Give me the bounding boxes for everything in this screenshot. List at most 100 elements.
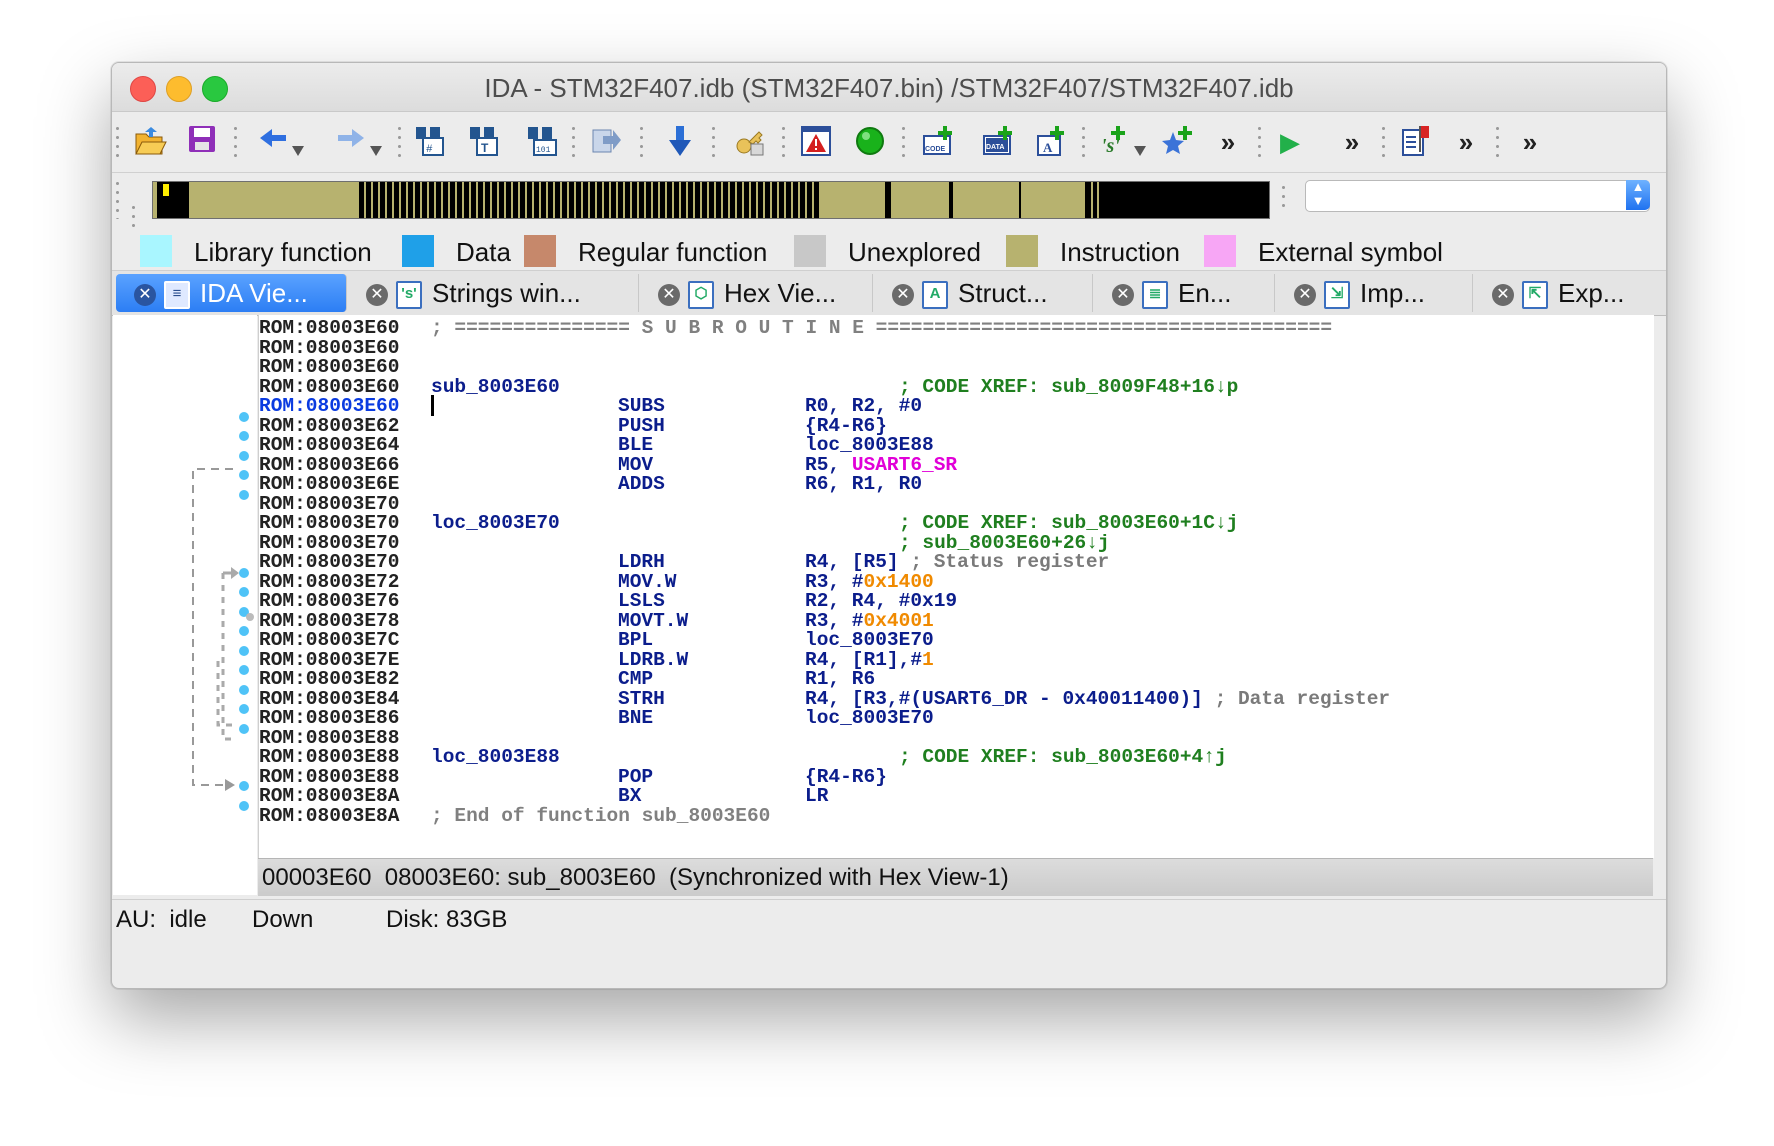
- nav-segment-instruction: [1021, 182, 1085, 218]
- tab-label: En...: [1178, 278, 1232, 308]
- forward-arrow-icon[interactable]: [332, 124, 388, 160]
- tab-imports[interactable]: ✕ ⇲ Imp...: [1276, 274, 1473, 312]
- structures-icon: A: [922, 281, 948, 310]
- tab-hex-view[interactable]: ✕ ⬡ Hex Vie...: [640, 274, 873, 312]
- toolbar-separator: [398, 124, 401, 160]
- toolbar-separator: [116, 124, 119, 160]
- tab-strings[interactable]: ✕ 's' Strings win...: [348, 274, 639, 312]
- close-icon[interactable]: ✕: [892, 284, 914, 307]
- toolbar-separator: [1382, 124, 1385, 160]
- more-icon[interactable]: »: [1448, 124, 1484, 160]
- svg-text:T: T: [481, 141, 489, 155]
- nav-segment-instruction: [153, 182, 157, 218]
- navband-grip: [132, 203, 135, 233]
- hex-view-icon: ⬡: [688, 281, 714, 310]
- disassembly-listing[interactable]: ROM:08003E60; =============== S U B R O …: [258, 315, 1654, 858]
- flag-icon[interactable]: [1396, 124, 1436, 160]
- play-icon[interactable]: ▶: [1272, 124, 1308, 160]
- nav-segment-instruction: [189, 182, 359, 218]
- listing-line[interactable]: ROM:08003E8A ; End of function sub_8003E6…: [259, 805, 1654, 827]
- close-icon[interactable]: ✕: [1112, 284, 1134, 307]
- struct-icon[interactable]: 's': [1096, 124, 1152, 160]
- legend-label: Data: [456, 237, 511, 267]
- data-icon[interactable]: DATA: [978, 124, 1018, 160]
- legend-item-instruction: Instruction: [1006, 235, 1180, 269]
- open-folder-icon[interactable]: [130, 124, 170, 160]
- navigation-bar[interactable]: [152, 181, 1270, 219]
- close-icon[interactable]: ✕: [366, 284, 388, 307]
- legend-swatch: [402, 235, 434, 267]
- toolbar-separator: [712, 124, 715, 160]
- exports-icon: ⇱: [1522, 281, 1548, 310]
- enums-icon: ≣: [1142, 281, 1168, 310]
- ida-view-icon: ≡: [164, 281, 190, 310]
- nav-segment-instruction: [819, 182, 885, 218]
- tab-exports[interactable]: ✕ ⇱ Exp...: [1474, 274, 1660, 312]
- text-cursor: [431, 395, 434, 416]
- code-icon[interactable]: CODE: [918, 124, 958, 160]
- nav-segment-mixed: [359, 182, 819, 218]
- color-legend: Library function Data Regular function U…: [112, 235, 1666, 269]
- flow-arrows-graphic: [192, 412, 254, 811]
- legend-item-data: Data: [402, 235, 511, 269]
- view-tabs: ✕ ≡ IDA Vie... ✕ 's' Strings win... ✕ ⬡ Hex Vi…: [112, 270, 1666, 316]
- end-of-function-comment: ; End of function sub_8003E60: [431, 804, 771, 827]
- nav-segment-instruction: [891, 182, 949, 218]
- toolbar-separator: [1082, 124, 1085, 160]
- toolbar-separator: [640, 124, 643, 160]
- legend-label: Library function: [194, 237, 372, 267]
- legend-swatch: [524, 235, 556, 267]
- legend-swatch: [1204, 235, 1236, 267]
- key-icon[interactable]: [730, 124, 770, 160]
- nav-segment-mixed: [1087, 182, 1103, 218]
- legend-swatch: [794, 235, 826, 267]
- svg-text:#: #: [426, 144, 433, 156]
- toolbar-separator: [572, 124, 575, 160]
- navband-grip: [116, 179, 119, 219]
- strings-icon: 's': [396, 281, 422, 310]
- sync-status-line: 00003E60 08003E60: sub_8003E60 (Synchron…: [258, 858, 1653, 896]
- save-icon[interactable]: [182, 124, 222, 160]
- autoanalysis-status: AU: idle: [116, 906, 207, 933]
- flow-arrow-gutter: [113, 315, 257, 895]
- search-text-icon[interactable]: T: [464, 124, 504, 160]
- tab-label: Struct...: [958, 278, 1048, 308]
- toolbar-separator: [902, 124, 905, 160]
- warning-icon[interactable]: [796, 124, 836, 160]
- imports-icon: ⇲: [1324, 281, 1350, 310]
- tab-enums[interactable]: ✕ ≣ En...: [1094, 274, 1275, 312]
- toolbar-separator: [1258, 124, 1261, 160]
- navigation-dropdown[interactable]: ▲ ▼: [1305, 180, 1650, 212]
- search-hex-icon[interactable]: #: [410, 124, 450, 160]
- address[interactable]: ROM:08003E8A: [259, 805, 399, 827]
- close-icon[interactable]: ✕: [658, 284, 680, 307]
- tab-label: Hex Vie...: [724, 278, 837, 308]
- close-icon[interactable]: ✕: [134, 284, 156, 307]
- tab-label: IDA Vie...: [200, 278, 308, 308]
- legend-label: Unexplored: [848, 237, 981, 267]
- nav-segment-instruction: [953, 182, 1019, 218]
- legend-label: External symbol: [1258, 237, 1443, 267]
- star-icon[interactable]: [1158, 124, 1198, 160]
- close-icon[interactable]: ✕: [1294, 284, 1316, 307]
- tab-ida-view[interactable]: ✕ ≡ IDA Vie...: [116, 274, 347, 312]
- legend-item-unexplored: Unexplored: [794, 235, 981, 269]
- navigation-band: ▲ ▼: [112, 173, 1666, 235]
- svg-text:CODE: CODE: [925, 146, 946, 153]
- string-icon[interactable]: A: [1032, 124, 1072, 160]
- tab-label: Exp...: [1558, 278, 1625, 308]
- legend-swatch: [140, 235, 172, 267]
- more-icon[interactable]: »: [1510, 124, 1550, 160]
- close-icon[interactable]: ✕: [1492, 284, 1514, 307]
- search-binary-icon[interactable]: 101: [522, 124, 562, 160]
- more-icon[interactable]: »: [1334, 124, 1370, 160]
- svg-text:101: 101: [536, 146, 551, 155]
- back-arrow-icon[interactable]: [254, 124, 310, 160]
- more-icon[interactable]: »: [1210, 124, 1246, 160]
- jump-icon[interactable]: [586, 124, 626, 160]
- down-arrow-icon[interactable]: [660, 124, 700, 160]
- green-circle-icon[interactable]: [850, 124, 890, 160]
- chevron-updown-icon[interactable]: ▲ ▼: [1626, 180, 1650, 210]
- tab-structures[interactable]: ✕ A Struct...: [874, 274, 1093, 312]
- nav-position-marker[interactable]: [163, 184, 169, 196]
